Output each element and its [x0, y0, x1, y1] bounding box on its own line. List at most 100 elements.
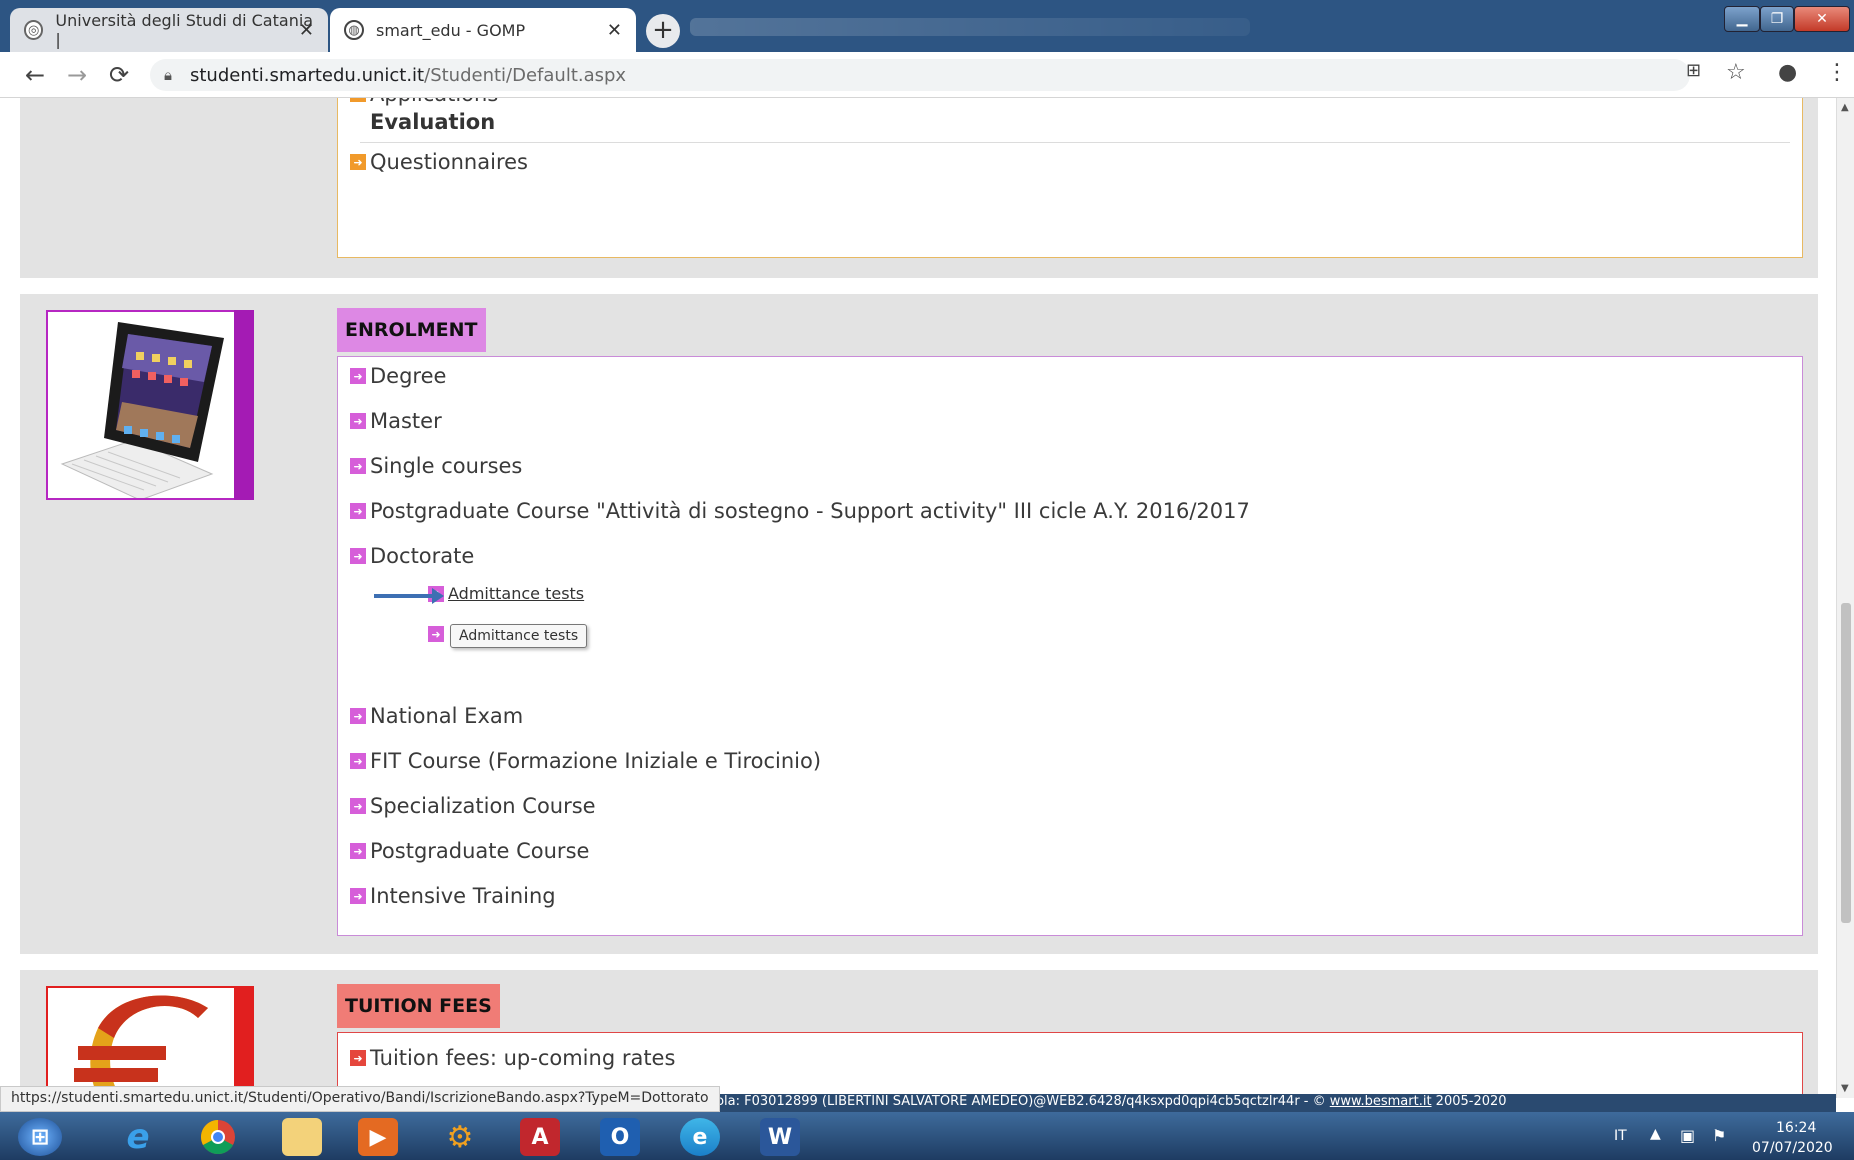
network-icon[interactable]: ▣	[1680, 1126, 1695, 1145]
admittance-tests-hover-link[interactable]: ➜	[428, 626, 448, 642]
action-center-flag-icon[interactable]: ⚑	[1712, 1126, 1726, 1145]
evaluation-section: ➜ Applications Evaluation ➜ Questionnair…	[20, 98, 1818, 278]
tray-language[interactable]: IT	[1614, 1128, 1627, 1144]
enrolment-item-postgraduate[interactable]: ➜ Postgraduate Course	[350, 839, 589, 863]
url-field[interactable]: 🔒︎ studenti.smartedu.unict.it/Studenti/D…	[150, 59, 1690, 91]
item-label: Postgraduate Course	[370, 839, 590, 863]
scroll-down-icon[interactable]: ▼	[1841, 1083, 1849, 1094]
euro-image	[46, 986, 254, 1098]
tablet-illustration	[60, 322, 224, 501]
arrow-bullet-icon: ➜	[350, 888, 366, 904]
tab-smart-edu[interactable]: ◍ smart_edu - GOMP ✕	[330, 8, 636, 52]
bookmark-star-icon[interactable]: ☆	[1726, 60, 1746, 85]
tablet-keyboard-image	[46, 310, 254, 501]
questionnaires-label: Questionnaires	[370, 150, 528, 174]
arrow-bullet-icon: ➜	[350, 154, 366, 170]
enrolment-title: ENROLMENT	[337, 308, 486, 352]
arrow-bullet-icon: ➜	[350, 798, 366, 814]
enrolment-item-national-exam[interactable]: ➜ National Exam	[350, 704, 523, 728]
tuition-fees-title: TUITION FEES	[337, 984, 500, 1028]
enrolment-item-doctorate[interactable]: ➜ Doctorate	[350, 544, 474, 568]
internet-explorer-icon[interactable]: e	[118, 1117, 158, 1157]
applications-label: Applications	[370, 98, 498, 106]
word-icon[interactable]: W	[760, 1118, 800, 1156]
close-window-button[interactable]: ✕	[1794, 6, 1850, 32]
enrolment-item-intensive-training[interactable]: ➜ Intensive Training	[350, 884, 556, 908]
minimize-button[interactable]: ▁	[1724, 6, 1760, 32]
url-path: /Studenti/Default.aspx	[424, 65, 627, 86]
chrome-icon[interactable]	[198, 1118, 238, 1156]
url-host: studenti.smartedu.unict.it	[190, 65, 425, 86]
enrolment-item-fit-course[interactable]: ➜ FIT Course (Formazione Iniziale e Tiro…	[350, 749, 821, 773]
edge-icon[interactable]: e	[680, 1118, 720, 1156]
enrolment-item-specialization[interactable]: ➜ Specialization Course	[350, 794, 596, 818]
item-label: Specialization Course	[370, 794, 596, 818]
enrolment-section: ENROLMENT ➜ Degree ➜ Master ➜ Single cou…	[20, 294, 1818, 954]
clock-time[interactable]: 16:24	[1776, 1120, 1816, 1136]
enrolment-accent-bar	[234, 310, 254, 500]
tab-title: smart_edu - GOMP	[376, 20, 526, 40]
globe-icon: ◍	[344, 20, 364, 40]
enrolment-item-postgraduate-support[interactable]: ➜ Postgraduate Course "Attività di soste…	[350, 499, 1250, 523]
address-bar: ← → ⟳ 🔒︎ studenti.smartedu.unict.it/Stud…	[0, 52, 1854, 98]
arrow-bullet-icon: ➜	[350, 548, 366, 564]
reload-icon[interactable]: ⟳	[104, 60, 134, 90]
arrow-bullet-icon: ➜	[350, 458, 366, 474]
settings-gear-icon[interactable]: ⚙	[440, 1118, 480, 1156]
outlook-icon[interactable]: O	[600, 1118, 640, 1156]
evaluation-panel: ➜ Applications	[337, 98, 1803, 258]
fees-accent-bar	[234, 986, 254, 1098]
university-logo-icon: ◎	[24, 20, 44, 40]
close-tab-icon[interactable]: ✕	[607, 20, 622, 41]
footer-session: ricola: F03012899 (LIBERTINI SALVATORE A…	[700, 1094, 1330, 1109]
questionnaires-link[interactable]: ➜ Questionnaires	[350, 150, 528, 174]
fees-item-upcoming-rates[interactable]: ➜ Tuition fees: up-coming rates	[350, 1046, 675, 1070]
file-explorer-icon[interactable]	[282, 1118, 322, 1156]
close-tab-icon[interactable]: ✕	[299, 20, 314, 41]
besmart-link[interactable]: www.besmart.it	[1330, 1094, 1432, 1109]
scroll-thumb[interactable]	[1841, 603, 1851, 923]
forward-arrow-icon[interactable]: →	[62, 60, 92, 90]
tooltip: Admittance tests	[450, 624, 588, 648]
acrobat-reader-icon[interactable]: A	[520, 1118, 560, 1156]
item-label: Master	[370, 409, 442, 433]
evaluation-heading: Evaluation	[370, 110, 496, 134]
tuition-fees-section: TUITION FEES ➜ Tuition fees: up-coming r…	[20, 970, 1818, 1098]
media-player-icon[interactable]: ▶	[358, 1118, 398, 1156]
enrolment-item-single-courses[interactable]: ➜ Single courses	[350, 454, 522, 478]
admittance-tests-link[interactable]: ➜ Admittance tests	[428, 584, 584, 603]
tray-expand-icon[interactable]: ▲	[1650, 1126, 1661, 1142]
maximize-button[interactable]: ❐	[1760, 6, 1794, 32]
account-icon[interactable]: ●	[1778, 60, 1797, 85]
item-label: Intensive Training	[370, 884, 556, 908]
clock-date[interactable]: 07/07/2020	[1752, 1140, 1833, 1156]
page-scrollbar[interactable]: ▲ ▼	[1836, 98, 1854, 1098]
item-label: FIT Course (Formazione Iniziale e Tiroci…	[370, 749, 822, 773]
lock-icon: 🔒︎	[164, 66, 172, 84]
applications-link[interactable]: ➜ Applications	[350, 98, 498, 106]
scroll-up-icon[interactable]: ▲	[1841, 102, 1849, 113]
arrow-bullet-icon: ➜	[350, 753, 366, 769]
arrow-bullet-icon: ➜	[350, 503, 366, 519]
windows-taskbar: ⊞ e ▶ ⚙ A O e W IT ▲ ▣ ⚑ 16:24 07/07/202…	[0, 1112, 1854, 1160]
start-button-icon[interactable]: ⊞	[18, 1118, 62, 1156]
arrow-bullet-icon: ➜	[350, 98, 366, 102]
enrolment-item-master[interactable]: ➜ Master	[350, 409, 442, 433]
menu-icon[interactable]: ⋮	[1826, 60, 1848, 85]
translate-icon[interactable]: ⊞	[1686, 60, 1701, 81]
footer-years: 2005-2020	[1431, 1094, 1507, 1109]
new-tab-button[interactable]: +	[646, 14, 680, 48]
tab-universita[interactable]: ◎ Università degli Studi di Catania | ✕	[10, 8, 328, 52]
enrolment-item-degree[interactable]: ➜ Degree	[350, 364, 446, 388]
status-hover-url: https://studenti.smartedu.unict.it/Stude…	[0, 1086, 720, 1112]
annotation-arrow-line	[374, 594, 436, 598]
tab-title: Università degli Studi di Catania |	[55, 11, 314, 49]
url-text: studenti.smartedu.unict.it/Studenti/Defa…	[190, 65, 626, 86]
divider	[360, 142, 1790, 143]
browser-tab-bar: ◎ Università degli Studi di Catania | ✕ …	[0, 0, 1854, 52]
annotation-arrow-head	[432, 588, 444, 604]
back-arrow-icon[interactable]: ←	[20, 60, 50, 90]
item-label: Degree	[370, 364, 447, 388]
item-label: National Exam	[370, 704, 524, 728]
item-label: Tuition fees: up-coming rates	[370, 1046, 676, 1070]
